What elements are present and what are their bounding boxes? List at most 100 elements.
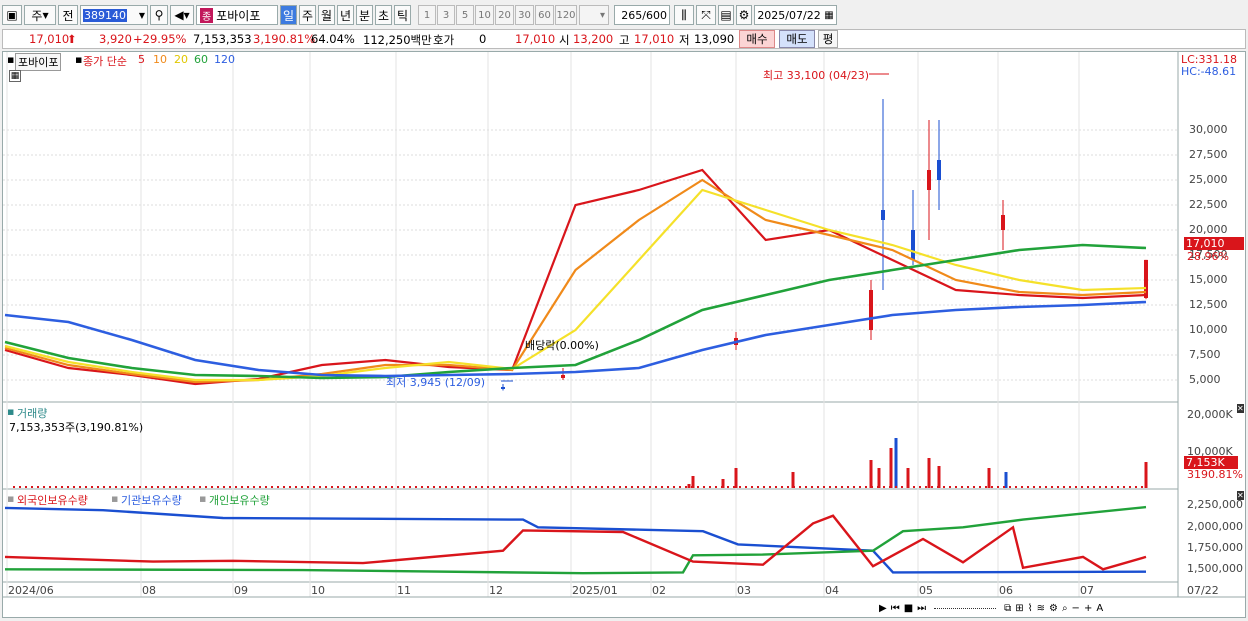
hold-tick-1: 2,250,000 — [1187, 498, 1243, 511]
volume-bar — [687, 484, 691, 488]
volume-bar — [325, 486, 327, 488]
count-field[interactable]: 265/600 — [614, 5, 670, 25]
rewind-icon[interactable]: ⏮ — [891, 603, 900, 614]
volume-bar — [499, 486, 501, 488]
draw-icon[interactable]: ⌇ — [1028, 603, 1033, 614]
volume-bar — [1117, 486, 1119, 488]
volume-bar — [1004, 472, 1008, 488]
plus-icon[interactable]: + — [1084, 603, 1092, 614]
price-tick: 10,000 — [1189, 323, 1228, 336]
volume-bar — [235, 486, 237, 488]
volume-bar — [427, 486, 429, 488]
inst-icon: ▪ — [111, 492, 119, 505]
market-select[interactable]: 주 ▼ — [24, 5, 56, 25]
volume-bar — [193, 486, 195, 488]
table-icon[interactable]: ▦ — [9, 70, 21, 82]
buy-button[interactable]: 매수 — [739, 30, 775, 48]
play-icon[interactable]: ▶ — [879, 603, 887, 614]
open-price: 13,200 — [573, 32, 614, 46]
scroll-controls: ▶ ⏮ ■ ⏭ ⧉ ⊞ ⌇ ≋ ⚙ ⌕ − + A — [879, 600, 1169, 616]
tab-second[interactable]: 초 — [375, 5, 392, 25]
interval-3[interactable]: 3 — [437, 5, 455, 25]
tab-month[interactable]: 월 — [318, 5, 335, 25]
volume-bar — [734, 468, 738, 488]
split-icon[interactable]: ⊞ — [1015, 603, 1023, 614]
interval-30[interactable]: 30 — [515, 5, 534, 25]
stock-name-field[interactable]: 종 포바이포 — [196, 5, 278, 25]
eval-button[interactable]: 평 — [818, 30, 838, 48]
tab-tick[interactable]: 틱 — [394, 5, 411, 25]
close-icon[interactable]: ✕ — [1237, 491, 1244, 500]
interval-1[interactable]: 1 — [418, 5, 436, 25]
volume-bar — [1144, 462, 1148, 488]
price-tick: 22,500 — [1189, 198, 1228, 211]
volume-bar — [967, 486, 969, 488]
tab-minute[interactable]: 분 — [356, 5, 373, 25]
x-tick-label: 11 — [397, 584, 411, 597]
search-icon[interactable]: ⚲ — [150, 5, 168, 25]
volume-bar — [973, 486, 975, 488]
hold-tick-3: 1,750,000 — [1187, 541, 1243, 554]
close-icon[interactable]: ✕ — [1237, 404, 1244, 413]
save-icon[interactable]: ▤ — [718, 5, 734, 25]
interval-60[interactable]: 60 — [535, 5, 554, 25]
text-icon[interactable]: A — [1096, 603, 1103, 614]
date-field[interactable]: 2025/07/22 ▦ — [754, 5, 837, 25]
candle-body — [937, 160, 941, 180]
layout-icon[interactable]: ⧉ — [1004, 603, 1011, 614]
prev-button[interactable]: 전 — [58, 5, 78, 25]
interval-input[interactable]: ▾ — [579, 5, 609, 25]
volume-bar — [343, 486, 345, 488]
volume-bar — [403, 486, 405, 488]
interval-120[interactable]: 120 — [555, 5, 577, 25]
indicator-icon[interactable]: ≋ — [1037, 603, 1045, 614]
candle-icon[interactable]: ⫼ — [674, 5, 694, 25]
tab-week[interactable]: 주 — [299, 5, 316, 25]
volume-bar — [247, 486, 249, 488]
volume-bar — [361, 486, 363, 488]
zoom-slider[interactable] — [934, 607, 997, 609]
zoom-icon[interactable]: ⌕ — [1062, 603, 1068, 614]
volume-bar — [895, 486, 897, 488]
forward-icon[interactable]: ⏭ — [917, 603, 926, 614]
volume-bar — [577, 486, 579, 488]
volume-bar — [529, 486, 531, 488]
volume-bar — [415, 486, 417, 488]
sell-button[interactable]: 매도 — [779, 30, 815, 48]
volume-bar — [613, 486, 615, 488]
tab-day[interactable]: 일 — [280, 5, 297, 25]
minus-icon[interactable]: − — [1072, 603, 1080, 614]
x-tick-label: 03 — [737, 584, 751, 597]
ma-title: 종가 단순 — [83, 55, 127, 68]
volume-bar — [127, 486, 129, 488]
interval-5[interactable]: 5 — [456, 5, 474, 25]
volume-bar — [817, 486, 819, 488]
x-tick-label: 2025/01 — [572, 584, 618, 597]
volume-bar — [631, 486, 633, 488]
toolbar: ▣ 주 ▼ 전 389140 ▼ ⚲ ◀▾ 종 포바이포 일 주 월 년 분 초 틱 … — [2, 3, 1246, 27]
chart-stock-name[interactable]: 포바이포 — [15, 53, 62, 71]
volume-bar — [883, 486, 885, 488]
volume-bar — [1027, 486, 1029, 488]
window-icon[interactable]: ▣ — [2, 5, 22, 25]
volume-bar — [211, 486, 213, 488]
volume-bar — [667, 486, 669, 488]
gear-icon[interactable]: ⚙ — [736, 5, 752, 25]
volume-bar — [703, 486, 705, 488]
volume-bar — [823, 486, 825, 488]
volume-bar — [25, 486, 27, 488]
settings-icon[interactable]: ⚙ — [1049, 603, 1058, 614]
volume-bar — [253, 486, 255, 488]
speaker-icon[interactable]: ◀▾ — [170, 5, 194, 25]
tab-year[interactable]: 년 — [337, 5, 354, 25]
institution-holding-line — [4, 506, 1147, 574]
volume-bar — [349, 486, 351, 488]
volume-ratio: 3,190.81% — [253, 32, 316, 46]
interval-20[interactable]: 20 — [495, 5, 514, 25]
line-tool-icon[interactable]: ⤧ — [696, 5, 716, 25]
stop-icon[interactable]: ■ — [904, 603, 913, 614]
interval-10[interactable]: 10 — [475, 5, 494, 25]
up-arrow-icon: ⬆ — [67, 32, 77, 46]
code-input[interactable]: 389140 ▼ — [80, 5, 148, 25]
high-note: 최고 33,100 (04/23) — [763, 69, 870, 82]
